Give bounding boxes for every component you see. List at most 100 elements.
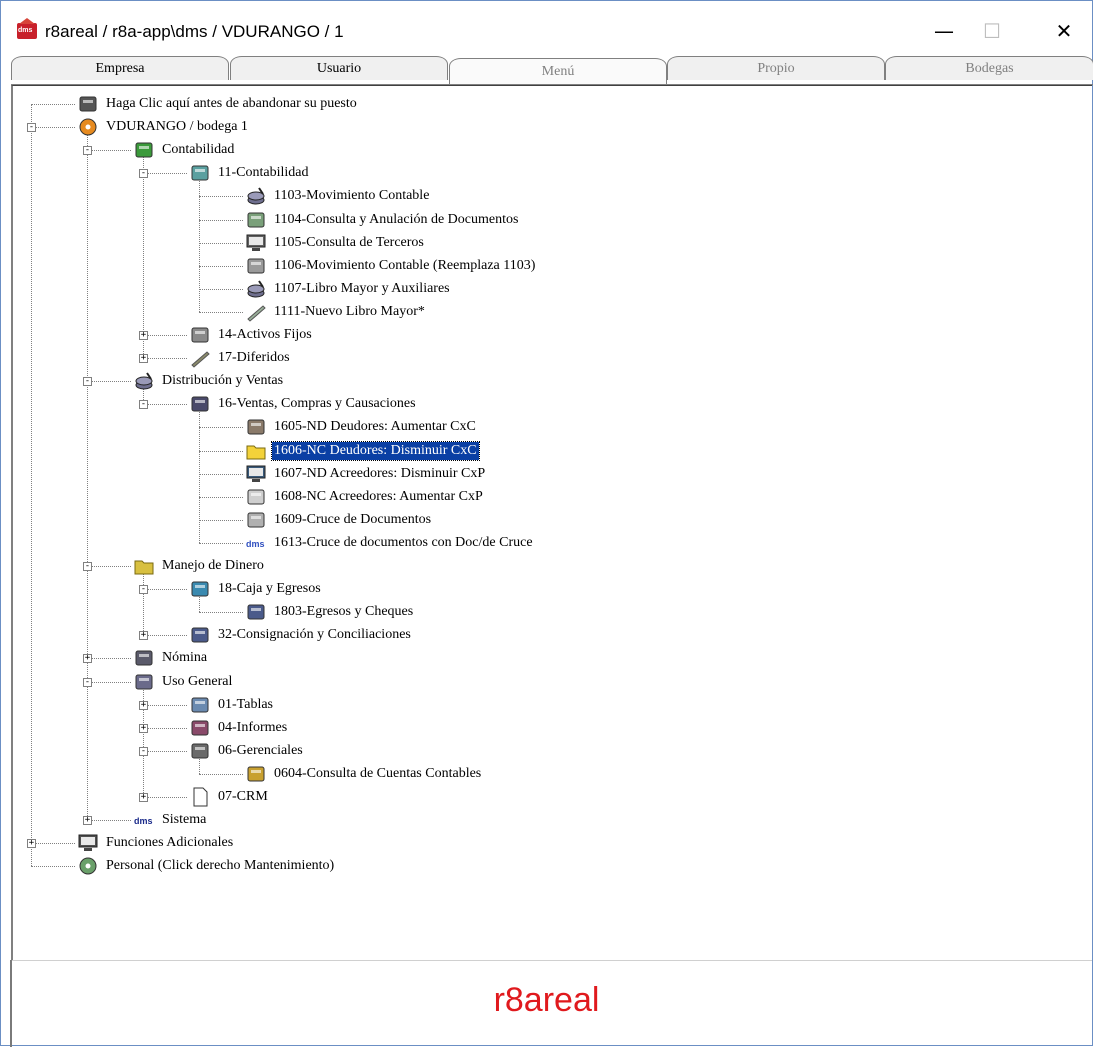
expand-toggle[interactable]: +	[139, 700, 148, 710]
tree-item-label: 1111-Nuevo Libro Mayor*	[274, 303, 425, 319]
door-exit-icon	[77, 94, 99, 114]
tree-item[interactable]: 16-Ventas, Compras y Causaciones	[189, 393, 418, 415]
footer-divider	[11, 960, 1092, 961]
tree-item[interactable]: 1607-ND Acreedores: Disminuir CxP	[245, 463, 487, 485]
tree-item[interactable]: 1107-Libro Mayor y Auxiliares	[245, 278, 452, 300]
collapse-toggle[interactable]: -	[27, 123, 36, 133]
menu-tree-panel[interactable]: Haga Clic aquí antes de abandonar su pue…	[11, 85, 1092, 960]
tree-connector	[31, 843, 75, 845]
expand-toggle[interactable]: +	[139, 723, 148, 733]
tree-item[interactable]: 1609-Cruce de Documentos	[245, 509, 433, 531]
collapse-toggle[interactable]: -	[83, 562, 92, 571]
collapse-toggle[interactable]: -	[139, 400, 148, 410]
close-button[interactable]: ✕	[1041, 15, 1087, 47]
tree-item-label: Haga Clic aquí antes de abandonar su pue…	[106, 96, 357, 111]
coins-icon	[245, 186, 267, 206]
tab-bodegas[interactable]: Bodegas	[885, 56, 1093, 80]
expand-toggle[interactable]: +	[139, 331, 148, 340]
maximize-icon: ☐	[983, 19, 1001, 43]
tree-connector	[143, 154, 144, 359]
tree-item[interactable]: 32-Consignación y Conciliaciones	[189, 624, 413, 646]
tree-item[interactable]: 11-Contabilidad	[189, 162, 310, 184]
deposit-icon	[189, 625, 211, 645]
collapse-toggle[interactable]: -	[83, 146, 92, 156]
brand-logo-text: r8areal	[493, 981, 600, 1019]
documents-icon	[245, 510, 267, 530]
cash-icon	[189, 579, 211, 599]
tree-item[interactable]: dms Sistema	[133, 809, 208, 831]
tree-connector	[199, 288, 243, 290]
tree-item[interactable]: Distribución y Ventas	[133, 370, 285, 392]
tree-item[interactable]: 04-Informes	[189, 717, 289, 739]
tab-usuario[interactable]: Usuario	[230, 56, 448, 80]
tree-item[interactable]: Funciones Adicionales	[77, 832, 235, 854]
tree-item[interactable]: 01-Tablas	[189, 694, 275, 716]
tree-item[interactable]: 06-Gerenciales	[189, 740, 305, 762]
collapse-toggle[interactable]: -	[139, 169, 148, 179]
tab-propio[interactable]: Propio	[667, 56, 885, 80]
tree-item[interactable]: 18-Caja y Egresos	[189, 578, 323, 600]
minimize-button[interactable]: —	[921, 15, 967, 47]
tree-item[interactable]: 1606-NC Deudores: Disminuir CxC	[245, 440, 480, 462]
dms-logo-icon: dms	[245, 533, 267, 553]
trash-bin-icon	[245, 210, 267, 230]
tree-item[interactable]: 1105-Consulta de Terceros	[245, 232, 426, 254]
tree-connector	[199, 311, 243, 313]
tab-empresa[interactable]: Empresa	[11, 56, 229, 80]
maximize-button[interactable]: ☐	[969, 15, 1015, 47]
expand-toggle[interactable]: +	[27, 839, 36, 849]
tree-item-label: 1606-NC Deudores: Disminuir CxC	[271, 440, 480, 461]
dms-text-icon: dms	[133, 810, 155, 830]
tree-item[interactable]: 1104-Consulta y Anulación de Documentos	[245, 209, 520, 231]
tree-item-label: 1613-Cruce de documentos con Doc/de Cruc…	[274, 534, 533, 550]
tree-item[interactable]: 1111-Nuevo Libro Mayor*	[245, 301, 427, 323]
fixed-assets-icon	[189, 325, 211, 345]
expand-toggle[interactable]: +	[83, 816, 92, 826]
collapse-toggle[interactable]: -	[83, 377, 92, 387]
sales-icon	[189, 394, 211, 414]
tree-item[interactable]: Uso General	[133, 671, 234, 693]
tree-item[interactable]: Haga Clic aquí antes de abandonar su pue…	[77, 93, 359, 115]
tree-item[interactable]: 07-CRM	[189, 786, 270, 808]
tree-connector	[87, 150, 131, 152]
tree-item[interactable]: 0604-Consulta de Cuentas Contables	[245, 763, 483, 785]
tree-item[interactable]: Contabilidad	[133, 139, 236, 161]
collapse-toggle[interactable]: -	[139, 585, 148, 595]
tree-item-label: 01-Tablas	[218, 696, 274, 712]
tree-connector	[31, 866, 75, 868]
tree-item[interactable]: 14-Activos Fijos	[189, 324, 314, 346]
tree-item[interactable]: Nómina	[133, 647, 209, 669]
tree-item[interactable]: Personal (Click derecho Mantenimiento)	[77, 855, 336, 877]
expand-toggle[interactable]: +	[83, 654, 92, 664]
tree-item[interactable]: Manejo de Dinero	[133, 555, 266, 577]
tree-item-label: 17-Diferidos	[218, 350, 290, 366]
collapse-toggle[interactable]: -	[139, 746, 148, 756]
tree-item-label: 1803-Egresos y Cheques	[274, 604, 414, 620]
tree-item-label: Funciones Adicionales	[106, 835, 234, 851]
tree-item-label: 11-Contabilidad	[218, 165, 309, 181]
computer-icon	[77, 833, 99, 853]
tree-item[interactable]: 1608-NC Acreedores: Aumentar CxP	[245, 486, 485, 508]
tree-item[interactable]: VDURANGO / bodega 1	[77, 116, 250, 138]
tab-menu[interactable]: Menú	[449, 58, 667, 84]
expand-toggle[interactable]: +	[139, 354, 148, 364]
tree-item-label: 14-Activos Fijos	[218, 327, 312, 342]
tree-connector	[199, 427, 243, 429]
collapse-toggle[interactable]: -	[83, 677, 92, 687]
accounting-folder-icon	[189, 163, 211, 183]
tree-item-label: 0604-Consulta de Cuentas Contables	[274, 765, 482, 781]
expand-toggle[interactable]: +	[139, 793, 148, 802]
tree-item[interactable]: 1605-ND Deudores: Aumentar CxC	[245, 416, 478, 438]
terminal-icon	[245, 464, 267, 484]
folder-icon	[245, 441, 267, 461]
tree-connector	[199, 473, 243, 475]
tree-item[interactable]: 1803-Egresos y Cheques	[245, 601, 415, 623]
expand-toggle[interactable]: +	[139, 631, 148, 641]
tree-connector	[143, 727, 187, 729]
tree-item[interactable]: 1106-Movimiento Contable (Reemplaza 1103…	[245, 255, 537, 277]
tree-item[interactable]: 17-Diferidos	[189, 347, 292, 369]
tree-item[interactable]: 1103-Movimiento Contable	[245, 185, 431, 207]
tree-item[interactable]: dms 1613-Cruce de documentos con Doc/de C…	[245, 532, 535, 554]
menu-tree: Haga Clic aquí antes de abandonar su pue…	[13, 86, 1092, 960]
tree-connector	[199, 242, 243, 244]
